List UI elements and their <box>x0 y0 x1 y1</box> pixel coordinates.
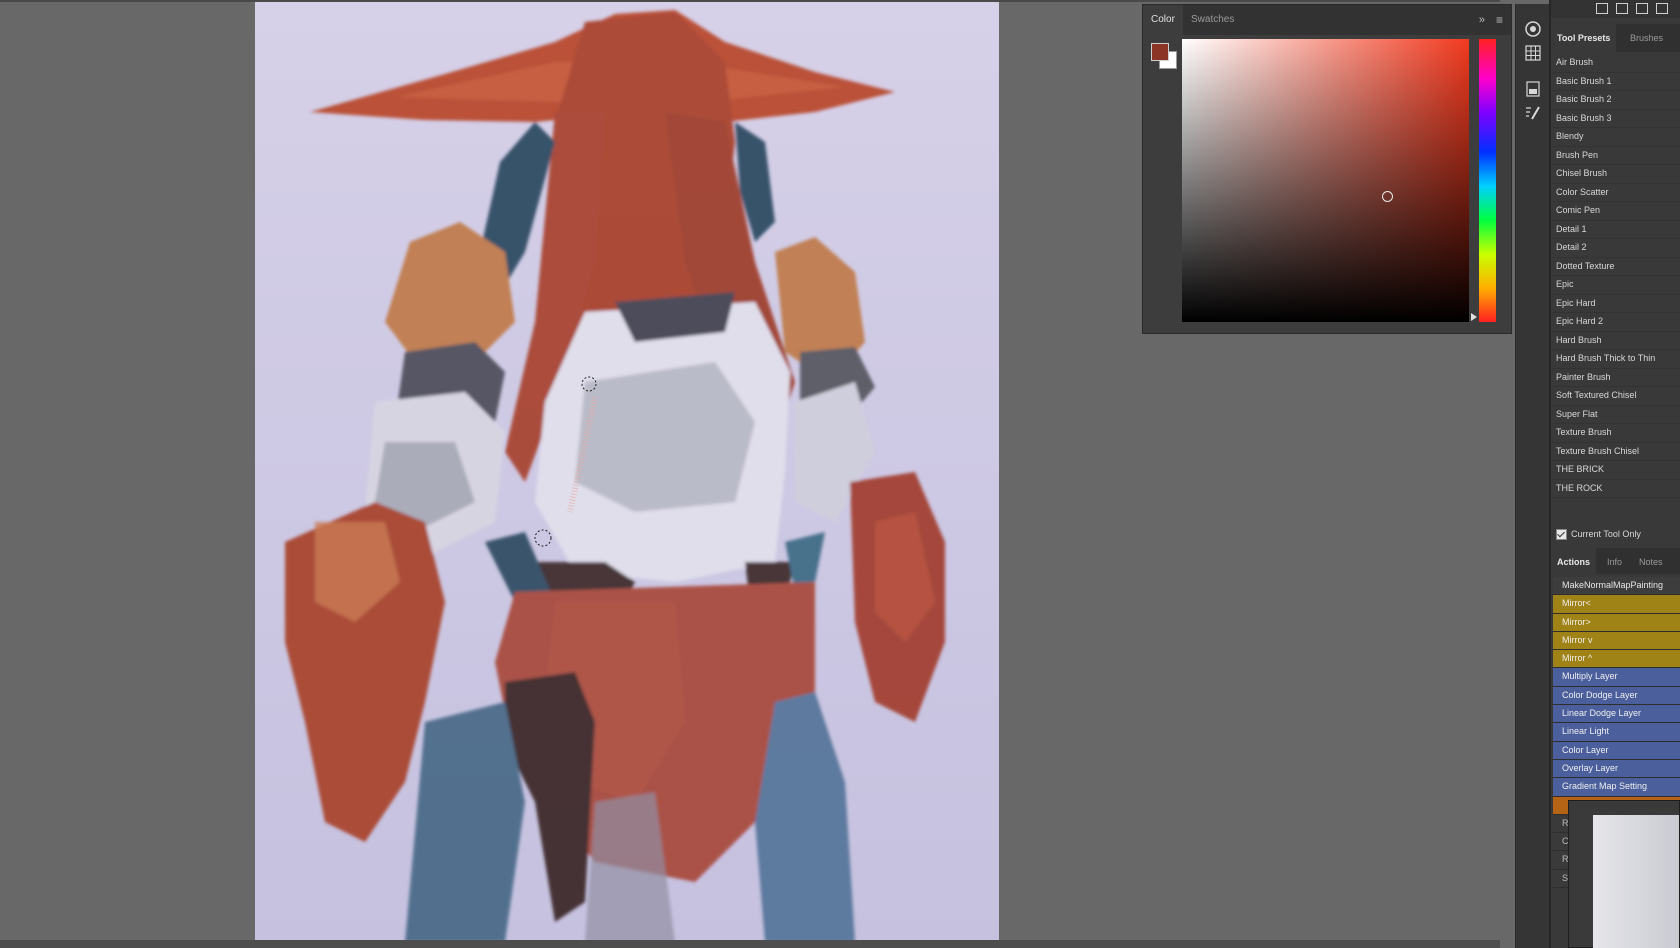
checkbox-checked-icon[interactable] <box>1556 529 1567 541</box>
action-item[interactable]: Mirror> <box>1553 613 1680 632</box>
panel-menu-icon[interactable]: ≡ <box>1496 5 1503 35</box>
hue-slider[interactable] <box>1479 39 1496 322</box>
tool-preset-item[interactable]: Texture Brush Chisel <box>1551 443 1680 461</box>
tool-preset-item[interactable]: THE ROCK <box>1551 480 1680 498</box>
brush-settings-icon[interactable] <box>1524 104 1542 122</box>
tool-preset-item[interactable]: Painter Brush <box>1551 369 1680 387</box>
tool-preset-item[interactable]: Air Brush <box>1551 54 1680 73</box>
tool-preset-item[interactable]: Hard Brush Thick to Thin <box>1551 350 1680 369</box>
action-item[interactable]: Color Dodge Layer <box>1553 686 1680 706</box>
painting-artwork <box>255 2 999 942</box>
tab-swatches[interactable]: Swatches <box>1183 5 1242 35</box>
tool-preset-item[interactable]: Detail 1 <box>1551 221 1680 239</box>
action-item[interactable]: Mirror< <box>1553 595 1680 614</box>
workspace[interactable]: Color Swatches » ≡ <box>0 0 1512 948</box>
hue-slider-arrow-icon[interactable] <box>1471 313 1477 321</box>
color-picker-ring[interactable] <box>1382 191 1393 202</box>
bottom-strip <box>0 940 1500 948</box>
tool-preset-item[interactable]: Comic Pen <box>1551 202 1680 221</box>
preview-thumbnail <box>1593 815 1679 948</box>
color-wheel-icon[interactable] <box>1524 20 1542 38</box>
action-item[interactable]: Color Layer <box>1553 741 1680 760</box>
tool-preset-item[interactable]: Epic Hard 2 <box>1551 313 1680 332</box>
tab-actions[interactable]: Actions <box>1551 548 1597 576</box>
tool-presets-tabs: Tool Presets Brushes <box>1551 24 1680 52</box>
tool-preset-item[interactable]: Chisel Brush <box>1551 165 1680 184</box>
tool-preset-item[interactable]: Hard Brush <box>1551 332 1680 350</box>
action-item[interactable]: Mirror ^ <box>1553 650 1680 669</box>
tool-preset-item[interactable]: Basic Brush 1 <box>1551 73 1680 91</box>
tool-preset-item[interactable]: THE BRICK <box>1551 461 1680 480</box>
action-item[interactable]: Multiply Layer <box>1553 668 1680 687</box>
panel-icon-1[interactable] <box>1596 3 1608 14</box>
tab-tool-presets[interactable]: Tool Presets <box>1551 24 1617 52</box>
tool-preset-list: Air Brush Basic Brush 1 Basic Brush 2 Basic… <box>1551 54 1680 498</box>
tab-info[interactable]: Info <box>1601 548 1628 576</box>
color-panel-tabs: Color Swatches » ≡ <box>1143 5 1511 35</box>
tab-brushes[interactable]: Brushes <box>1624 24 1669 52</box>
tool-preset-item[interactable]: Texture Brush <box>1551 424 1680 443</box>
painting-canvas[interactable] <box>255 2 999 942</box>
action-item[interactable]: Gradient Map Setting <box>1553 778 1680 797</box>
action-item[interactable]: Overlay Layer <box>1553 759 1680 779</box>
tool-preset-item[interactable]: Brush Pen <box>1551 147 1680 165</box>
action-item[interactable]: Linear Light <box>1553 723 1680 742</box>
layers-icon[interactable] <box>1524 80 1542 98</box>
tool-preset-item[interactable]: Detail 2 <box>1551 239 1680 258</box>
panel-icon-4[interactable] <box>1656 3 1668 14</box>
tool-preset-item[interactable]: Super Flat <box>1551 406 1680 424</box>
tool-preset-item[interactable]: Soft Textured Chisel <box>1551 387 1680 406</box>
tool-preset-item[interactable]: Basic Brush 3 <box>1551 110 1680 128</box>
tool-preset-item[interactable]: Epic <box>1551 276 1680 295</box>
current-tool-only-label: Current Tool Only <box>1571 529 1641 539</box>
color-panel: Color Swatches » ≡ <box>1142 4 1512 334</box>
tab-color[interactable]: Color <box>1143 5 1183 35</box>
floating-preview-window[interactable] <box>1568 800 1680 948</box>
grid-icon[interactable] <box>1524 44 1542 62</box>
action-item[interactable]: Mirror v <box>1553 631 1680 651</box>
saturation-brightness-field[interactable] <box>1182 39 1469 322</box>
current-tool-only-checkbox[interactable]: Current Tool Only <box>1556 529 1641 541</box>
panel-icon-3[interactable] <box>1636 3 1648 14</box>
foreground-color-swatch[interactable] <box>1151 43 1169 61</box>
tool-preset-item[interactable]: Color Scatter <box>1551 184 1680 202</box>
panel-top-icons <box>1551 0 1680 18</box>
tool-preset-item[interactable]: Basic Brush 2 <box>1551 91 1680 110</box>
tool-preset-item[interactable]: Dotted Texture <box>1551 258 1680 276</box>
panel-icon-column <box>1515 4 1550 948</box>
action-item[interactable]: Linear Dodge Layer <box>1553 705 1680 724</box>
collapse-panel-icon[interactable]: » <box>1479 5 1485 35</box>
tool-preset-item[interactable]: Blendy <box>1551 128 1680 147</box>
actions-tabs: Actions Info Notes <box>1551 548 1680 576</box>
tab-notes[interactable]: Notes <box>1633 548 1669 576</box>
action-item[interactable]: MakeNormalMapPainting <box>1553 577 1680 596</box>
right-panel: Tool Presets Brushes Air Brush Basic Brus… <box>1551 0 1680 948</box>
tool-preset-item[interactable]: Epic Hard <box>1551 295 1680 313</box>
panel-icon-2[interactable] <box>1616 3 1628 14</box>
